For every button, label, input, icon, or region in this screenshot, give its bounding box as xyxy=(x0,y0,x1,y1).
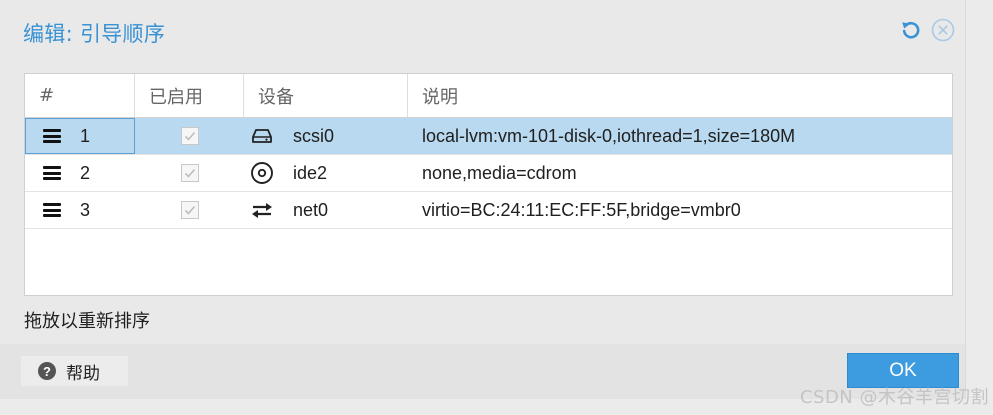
boot-order-grid: # 已启用 设备 说明 1 scsi0 local-lvm:vm-101-dis… xyxy=(24,73,953,296)
cdrom-icon xyxy=(250,161,274,185)
network-icon xyxy=(250,198,274,222)
order-number: 3 xyxy=(80,199,91,220)
device-name: ide2 xyxy=(293,162,328,183)
watermark: CSDN @木谷羊宫切割 xyxy=(799,387,989,408)
enabled-checkbox[interactable] xyxy=(180,164,199,182)
question-icon: ? xyxy=(38,362,56,380)
device-cell: scsi0 xyxy=(244,118,408,154)
device-cell: ide2 xyxy=(244,155,408,191)
help-button-label: 帮助 xyxy=(66,363,100,384)
table-row[interactable]: 2 ide2 none,media=cdrom xyxy=(25,155,952,192)
device-cell: net0 xyxy=(244,192,408,228)
help-button[interactable]: ? 帮助 xyxy=(20,355,129,387)
enabled-checkbox[interactable] xyxy=(180,201,199,219)
dialog-title: 编辑: 引导顺序 xyxy=(23,22,166,46)
grid-header: # 已启用 设备 说明 xyxy=(25,74,952,118)
reset-icon[interactable] xyxy=(899,18,923,42)
order-cell[interactable]: 2 xyxy=(25,155,135,191)
column-header-enabled[interactable]: 已启用 xyxy=(135,74,244,117)
enabled-cell xyxy=(135,192,244,228)
device-name: scsi0 xyxy=(293,125,335,146)
column-header-device[interactable]: 设备 xyxy=(244,74,408,117)
drag-hint-text: 拖放以重新排序 xyxy=(24,311,150,332)
description-cell: local-lvm:vm-101-disk-0,iothread=1,size=… xyxy=(422,125,796,146)
edit-boot-order-dialog: 编辑: 引导顺序 # 已启用 设备 说明 1 scsi0 local-lvm:v… xyxy=(0,0,966,399)
close-circle-icon[interactable] xyxy=(931,18,955,42)
column-header-description[interactable]: 说明 xyxy=(408,74,952,117)
dialog-tools xyxy=(899,18,955,42)
column-header-order[interactable]: # xyxy=(25,74,135,117)
hdd-icon xyxy=(250,124,274,148)
enabled-checkbox[interactable] xyxy=(180,127,199,145)
order-number: 1 xyxy=(80,125,91,146)
description-cell: virtio=BC:24:11:EC:FF:5F,bridge=vmbr0 xyxy=(422,199,741,220)
table-row[interactable]: 1 scsi0 local-lvm:vm-101-disk-0,iothread… xyxy=(25,118,952,155)
device-name: net0 xyxy=(293,199,329,220)
description-cell: none,media=cdrom xyxy=(422,162,577,183)
drag-handle-icon[interactable] xyxy=(43,203,61,217)
enabled-cell xyxy=(135,118,244,154)
order-number: 2 xyxy=(80,162,91,183)
drag-handle-icon[interactable] xyxy=(43,129,61,143)
order-cell[interactable]: 1 xyxy=(25,118,135,154)
table-row[interactable]: 3 net0 virtio=BC:24:11:EC:FF:5F,bridge=v… xyxy=(25,192,952,229)
drag-handle-icon[interactable] xyxy=(43,166,61,180)
enabled-cell xyxy=(135,155,244,191)
order-cell[interactable]: 3 xyxy=(25,192,135,228)
